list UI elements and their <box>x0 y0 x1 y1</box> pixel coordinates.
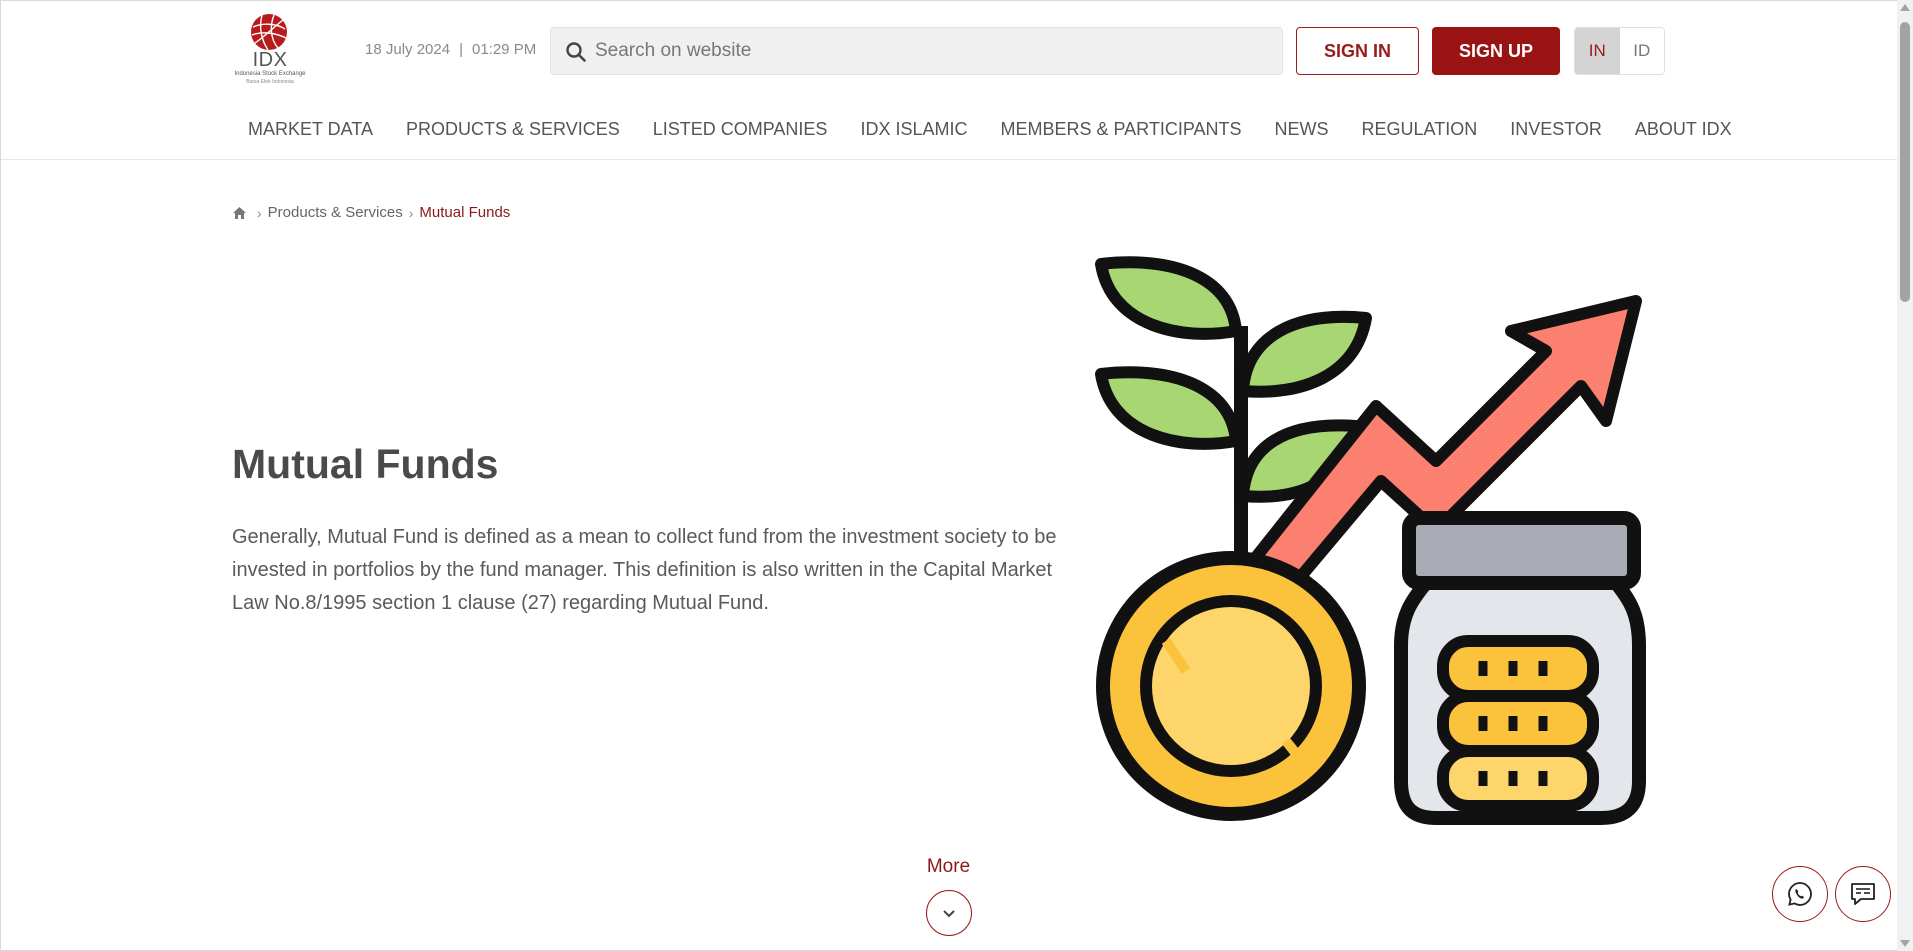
sign-up-button[interactable]: SIGN UP <box>1432 27 1560 75</box>
sign-in-button[interactable]: SIGN IN <box>1296 27 1419 75</box>
datetime-separator: | <box>459 41 463 58</box>
home-icon[interactable] <box>232 206 247 220</box>
breadcrumb: › Products & Services › Mutual Funds <box>232 204 510 221</box>
logo-subtitle: Indonesia Stock Exchange <box>234 71 306 77</box>
chat-icon <box>1851 883 1875 905</box>
current-time: 01:29 PM <box>471 41 537 58</box>
nav-item-investor[interactable]: INVESTOR <box>1510 119 1602 140</box>
current-date: 18 July 2024 <box>365 41 451 58</box>
nav-item-members-participants[interactable]: MEMBERS & PARTICIPANTS <box>1000 119 1241 140</box>
more-button[interactable] <box>926 890 972 936</box>
chat-button[interactable] <box>1835 866 1891 922</box>
nav-item-regulation[interactable]: REGULATION <box>1362 119 1478 140</box>
logo-text: IDX <box>252 49 288 71</box>
search-icon[interactable] <box>565 41 587 63</box>
chevron-down-icon <box>943 910 955 918</box>
current-datetime: 18 July 2024 | 01:29 PM <box>365 41 536 58</box>
whatsapp-button[interactable] <box>1772 866 1828 922</box>
search-box[interactable] <box>550 27 1283 75</box>
nav-item-idx-islamic[interactable]: IDX ISLAMIC <box>860 119 967 140</box>
vertical-scrollbar[interactable] <box>1897 0 1913 951</box>
idx-logo[interactable]: IDX Indonesia Stock Exchange Bursa Efek … <box>231 13 309 89</box>
search-input[interactable] <box>595 28 1275 74</box>
idx-logo-emblem-icon <box>251 14 287 51</box>
more-label[interactable]: More <box>901 856 996 878</box>
nav-item-products-services[interactable]: PRODUCTS & SERVICES <box>406 119 620 140</box>
breadcrumb-item-products-services[interactable]: Products & Services <box>268 204 403 221</box>
nav-item-about-idx[interactable]: ABOUT IDX <box>1635 119 1732 140</box>
growth-coins-illustration <box>1095 256 1646 825</box>
logo-subtitle-local: Bursa Efek Indonesia <box>246 79 294 85</box>
nav-item-market-data[interactable]: MARKET DATA <box>248 119 373 140</box>
page-title: Mutual Funds <box>232 441 499 487</box>
nav-item-listed-companies[interactable]: LISTED COMPANIES <box>653 119 828 140</box>
breadcrumb-item-current: Mutual Funds <box>419 204 511 221</box>
language-option-in[interactable]: IN <box>1575 28 1620 74</box>
page-description: Generally, Mutual Fund is defined as a m… <box>232 526 1057 614</box>
scrollbar-thumb[interactable] <box>1900 22 1910 302</box>
main-nav: MARKET DATA PRODUCTS & SERVICES LISTED C… <box>248 119 1765 140</box>
nav-item-news[interactable]: NEWS <box>1275 119 1329 140</box>
language-switcher: IN ID <box>1574 27 1665 75</box>
whatsapp-icon <box>1788 882 1812 906</box>
site-header: IDX Indonesia Stock Exchange Bursa Efek … <box>1 1 1898 160</box>
scroll-up-arrow-icon[interactable] <box>1900 4 1910 11</box>
chevron-right-icon: › <box>408 204 414 221</box>
chevron-right-icon: › <box>257 204 262 221</box>
language-option-id[interactable]: ID <box>1619 28 1664 74</box>
scroll-down-arrow-icon[interactable] <box>1900 940 1910 947</box>
page: IDX Indonesia Stock Exchange Bursa Efek … <box>0 0 1898 951</box>
